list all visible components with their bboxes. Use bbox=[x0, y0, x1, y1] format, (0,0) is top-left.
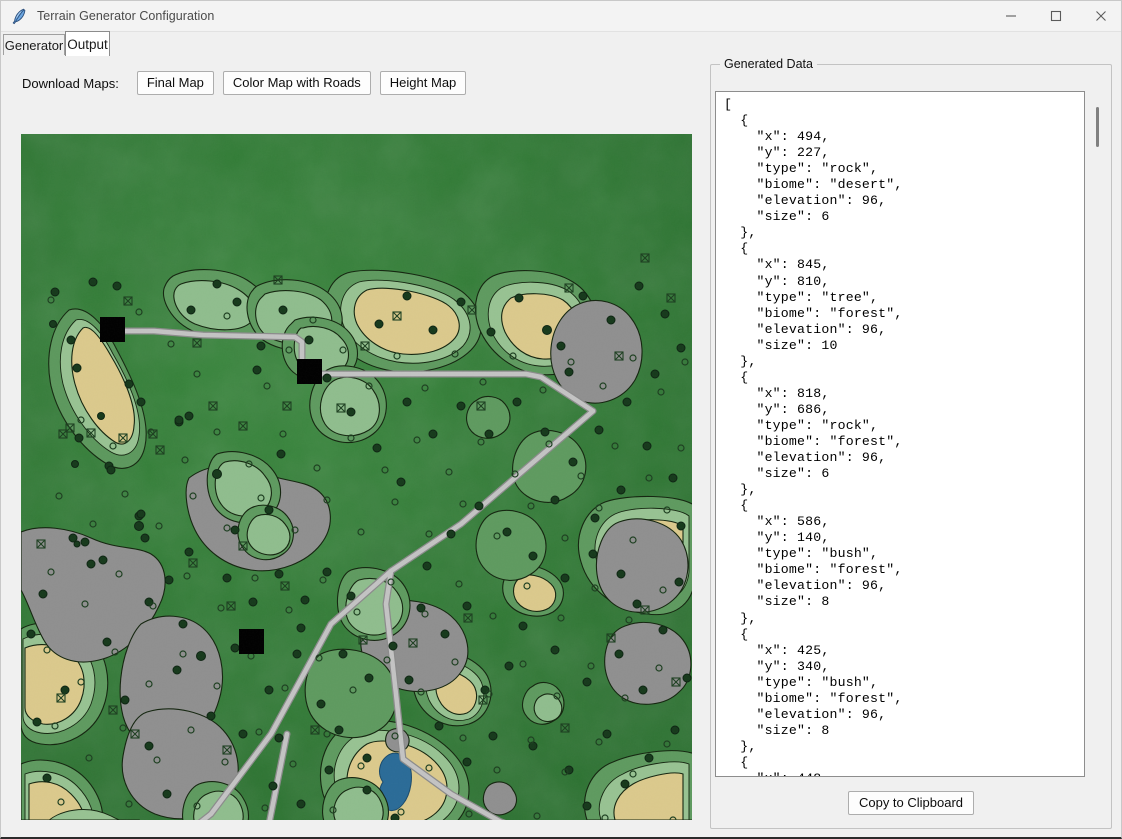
generated-terrain-map bbox=[21, 134, 692, 820]
maximize-icon[interactable] bbox=[1033, 1, 1078, 32]
download-maps-bar: Download Maps: Final Map Color Map with … bbox=[1, 57, 701, 109]
height-map-button[interactable]: Height Map bbox=[380, 71, 466, 95]
map-preview-container[interactable] bbox=[21, 134, 692, 820]
generated-data-group: Generated Data [ { "x": 494, "y": 227, "… bbox=[710, 64, 1112, 829]
generated-data-textarea[interactable]: [ { "x": 494, "y": 227, "type": "rock", … bbox=[715, 91, 1085, 777]
tab-output-label: Output bbox=[67, 37, 108, 52]
color-map-with-roads-button[interactable]: Color Map with Roads bbox=[223, 71, 371, 95]
window-controls bbox=[988, 1, 1122, 32]
minimize-icon[interactable] bbox=[988, 1, 1033, 32]
final-map-button[interactable]: Final Map bbox=[137, 71, 214, 95]
tab-generator[interactable]: Generator bbox=[3, 34, 65, 56]
copy-to-clipboard-button[interactable]: Copy to Clipboard bbox=[848, 791, 974, 815]
generated-data-json: [ { "x": 494, "y": 227, "type": "rock", … bbox=[716, 92, 1084, 777]
generated-data-scrollbar[interactable] bbox=[1090, 91, 1105, 777]
scrollbar-thumb[interactable] bbox=[1096, 107, 1099, 147]
window-title: Terrain Generator Configuration bbox=[37, 9, 214, 23]
copy-button-row: Copy to Clipboard bbox=[711, 791, 1111, 815]
close-icon[interactable] bbox=[1078, 1, 1122, 32]
download-maps-label: Download Maps: bbox=[22, 76, 119, 91]
tab-output[interactable]: Output bbox=[65, 31, 110, 56]
title-bar-left: Terrain Generator Configuration bbox=[1, 7, 988, 25]
tab-generator-label: Generator bbox=[5, 38, 64, 53]
application-window: Terrain Generator Configuration Generato… bbox=[0, 0, 1122, 839]
tk-feather-icon bbox=[10, 7, 28, 25]
generated-data-title: Generated Data bbox=[720, 57, 817, 71]
tab-strip: Generator Output bbox=[1, 32, 1122, 56]
title-bar: Terrain Generator Configuration bbox=[1, 1, 1122, 32]
